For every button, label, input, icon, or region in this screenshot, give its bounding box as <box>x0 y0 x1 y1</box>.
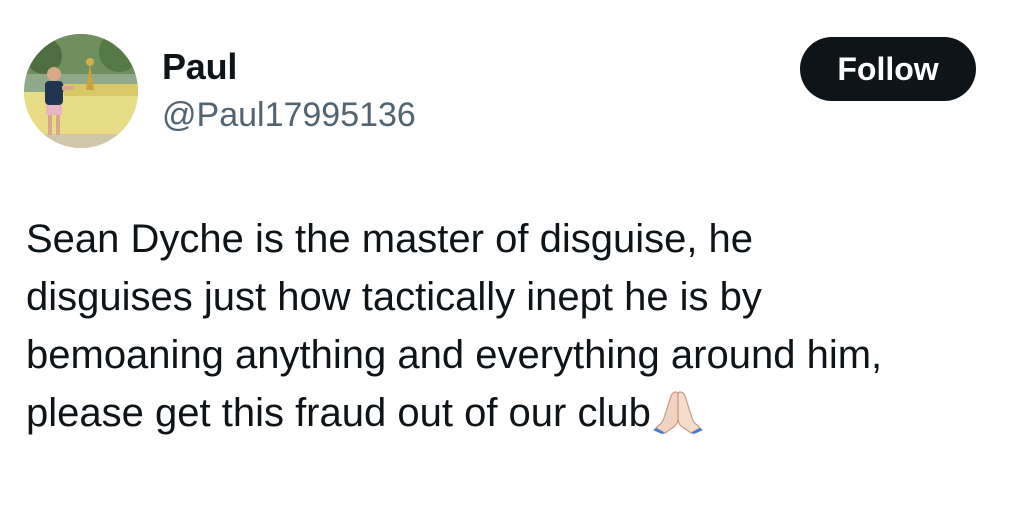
tweet-text-line: Sean Dyche is the master of disguise, he <box>26 217 754 261</box>
tweet-text-line-content: please get this fraud out of our club <box>26 391 651 435</box>
tweet-card: Paul @Paul17995136 Follow Sean Dyche is … <box>0 0 1024 514</box>
avatar[interactable] <box>24 34 138 148</box>
avatar-image <box>24 34 138 148</box>
tweet-text: Sean Dyche is the master of disguise, he… <box>26 210 1006 450</box>
tweet-text-line-last: please get this fraud out of our club <box>26 384 1006 450</box>
folded-hands-emoji-icon <box>652 388 703 450</box>
tweet-text-line: bemoaning anything and everything around… <box>26 333 883 377</box>
follow-button[interactable]: Follow <box>800 37 976 101</box>
author-display-name[interactable]: Paul <box>162 46 237 88</box>
author-handle[interactable]: @Paul17995136 <box>162 94 416 136</box>
tweet-text-line: disguises just how tactically inept he i… <box>26 275 762 319</box>
